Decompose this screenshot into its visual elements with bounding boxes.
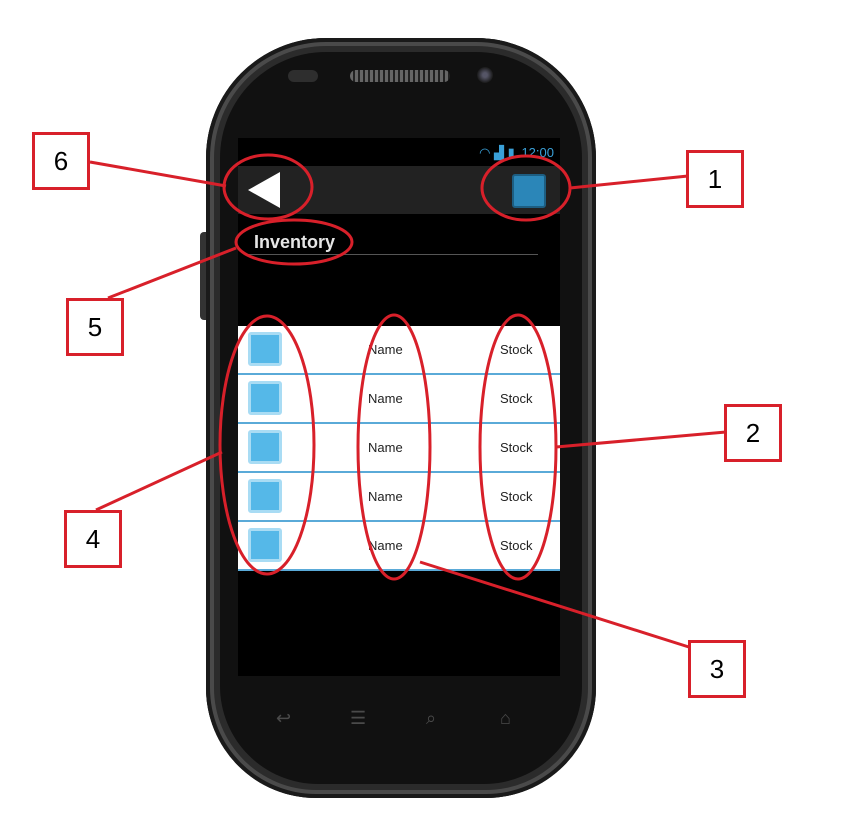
callout-label-2: 2 <box>724 404 782 462</box>
callout-label-5: 5 <box>66 298 124 356</box>
callout-line-3 <box>419 560 693 650</box>
callout-ring-6 <box>222 153 314 221</box>
callout-line-1 <box>569 174 689 190</box>
callout-label-6: 6 <box>32 132 90 190</box>
callout-label-3: 3 <box>688 640 746 698</box>
callout-label-4: 4 <box>64 510 122 568</box>
callout-line-6 <box>89 160 227 188</box>
callout-ring-1 <box>480 154 572 222</box>
annotation-overlay <box>89 153 727 650</box>
callout-line-5 <box>107 246 237 300</box>
callout-ring-4 <box>218 314 316 576</box>
callout-line-2 <box>555 430 727 449</box>
callout-label-1: 1 <box>686 150 744 208</box>
callout-ring-3 <box>356 313 432 581</box>
callout-line-4 <box>95 450 223 512</box>
callout-ring-2 <box>478 313 558 581</box>
callout-ring-5 <box>234 218 354 266</box>
